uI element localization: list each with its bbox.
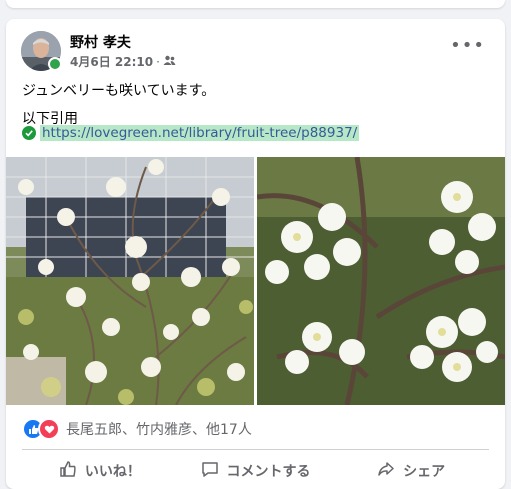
photo-left[interactable] bbox=[6, 157, 254, 405]
share-label: シェア bbox=[403, 464, 446, 480]
serviceberry-photo-1 bbox=[6, 157, 254, 405]
share-icon bbox=[377, 460, 395, 482]
like-label: いいね！ bbox=[84, 464, 141, 480]
author-avatar[interactable] bbox=[21, 31, 62, 71]
comment-button[interactable]: コメントする bbox=[178, 460, 334, 482]
more-options-button[interactable]: ••• bbox=[450, 37, 485, 55]
reactions-summary[interactable]: 長尾五郎、竹内雅彦、他17人 bbox=[22, 418, 252, 440]
actions-divider bbox=[22, 449, 489, 450]
post-link-line: https://lovegreen.net/library/fruit-tree… bbox=[22, 125, 360, 141]
meta-separator: · bbox=[156, 54, 160, 69]
post-card: 野村 孝夫 4月6日 22:10 · ••• ジュンベリーも咲いています。 以下… bbox=[6, 19, 505, 489]
photo-grid bbox=[6, 157, 505, 405]
comment-label: コメントする bbox=[226, 464, 311, 480]
reactions-text[interactable]: 長尾五郎、竹内雅彦、他17人 bbox=[66, 419, 252, 439]
friends-icon[interactable] bbox=[163, 55, 176, 69]
post-text-line1: ジュンベリーも咲いています。 bbox=[22, 83, 216, 99]
check-mark-icon bbox=[22, 126, 36, 140]
serviceberry-photo-2 bbox=[257, 157, 505, 405]
post-meta: 4月6日 22:10 · bbox=[70, 53, 176, 70]
post-actions-bar: いいね！ コメントする シェア bbox=[22, 453, 489, 489]
love-icon bbox=[38, 418, 60, 440]
photo-right[interactable] bbox=[257, 157, 505, 405]
reaction-icons bbox=[22, 418, 60, 440]
like-button[interactable]: いいね！ bbox=[22, 460, 178, 482]
previous-post-card-edge bbox=[6, 0, 505, 8]
post-timestamp[interactable]: 4月6日 22:10 bbox=[70, 53, 153, 70]
thumbs-up-icon bbox=[59, 460, 77, 482]
online-status-icon bbox=[48, 57, 62, 71]
author-name[interactable]: 野村 孝夫 bbox=[70, 32, 131, 52]
comment-icon bbox=[201, 460, 219, 482]
share-button[interactable]: シェア bbox=[333, 460, 489, 482]
post-link[interactable]: https://lovegreen.net/library/fruit-tree… bbox=[40, 125, 360, 141]
